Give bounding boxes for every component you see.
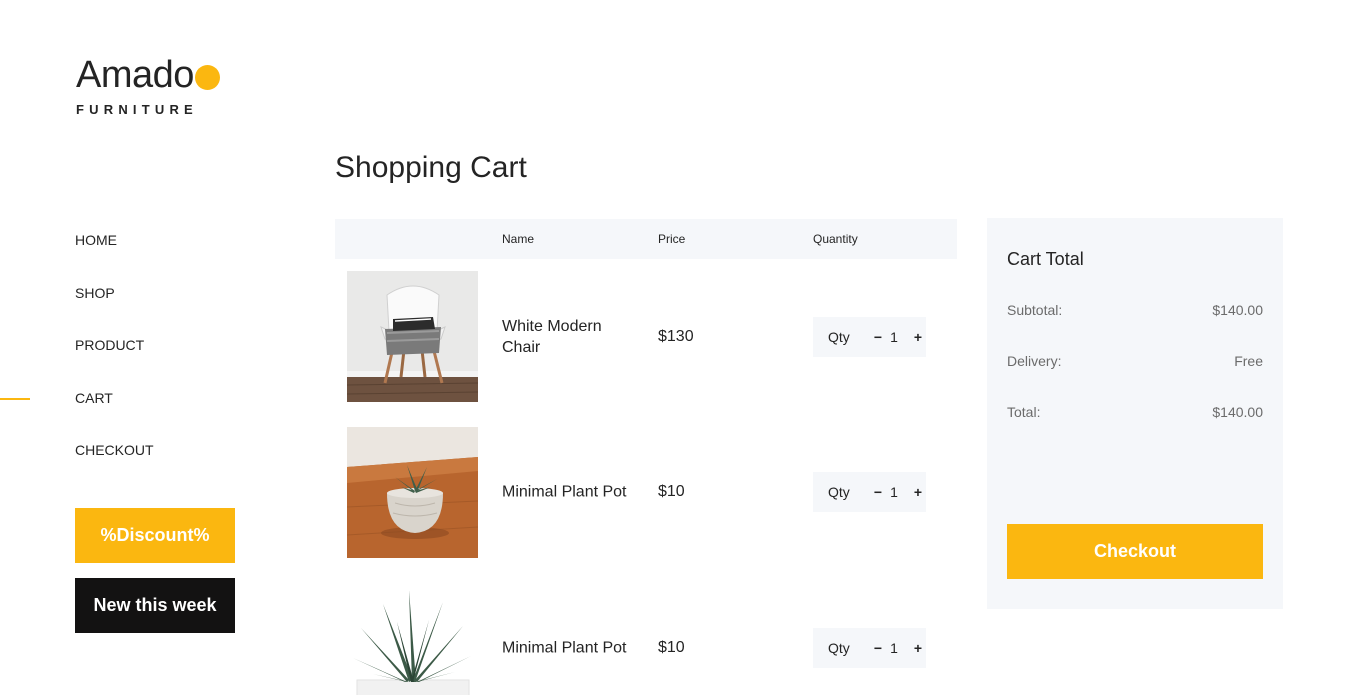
page-title: Shopping Cart bbox=[335, 151, 527, 184]
nav-item-home[interactable]: HOME bbox=[75, 230, 154, 283]
cart-row: White Modern Chair $130 Qty − 1 + bbox=[335, 259, 957, 415]
cart-table-header: Name Price Quantity bbox=[335, 219, 957, 259]
product-price: $130 bbox=[658, 327, 694, 345]
qty-value[interactable]: 1 bbox=[884, 329, 904, 345]
checkout-button[interactable]: Checkout bbox=[1007, 524, 1263, 579]
header-quantity: Quantity bbox=[813, 232, 858, 246]
quantity-stepper: Qty − 1 + bbox=[813, 316, 926, 357]
new-this-week-button[interactable]: New this week bbox=[75, 578, 235, 633]
nav-item-checkout[interactable]: CHECKOUT bbox=[75, 440, 154, 493]
header-price: Price bbox=[658, 232, 686, 246]
qty-label: Qty bbox=[828, 328, 850, 345]
product-image-succulent[interactable] bbox=[347, 426, 478, 558]
cart-row: Minimal Plant Pot $10 Qty − 1 + bbox=[335, 570, 957, 695]
logo-tagline: FURNITURE bbox=[76, 102, 198, 117]
total-label: Total: bbox=[1007, 404, 1041, 420]
total-value: $140.00 bbox=[1212, 404, 1263, 420]
product-image-aloe[interactable] bbox=[347, 582, 478, 695]
cart-total-title: Cart Total bbox=[1007, 249, 1084, 269]
qty-minus-button[interactable]: − bbox=[872, 329, 884, 345]
main-nav: HOME SHOP PRODUCT CART CHECKOUT bbox=[75, 230, 154, 493]
product-name[interactable]: Minimal Plant Pot bbox=[502, 637, 632, 658]
cart-table: Name Price Quantity White Modern Chair $… bbox=[335, 219, 957, 695]
qty-minus-button[interactable]: − bbox=[872, 484, 884, 500]
delivery-value: Free bbox=[1234, 353, 1263, 369]
nav-item-shop[interactable]: SHOP bbox=[75, 283, 154, 336]
qty-value[interactable]: 1 bbox=[884, 484, 904, 500]
product-price: $10 bbox=[658, 483, 685, 501]
qty-plus-button[interactable]: + bbox=[912, 329, 924, 345]
delivery-label: Delivery: bbox=[1007, 353, 1062, 369]
qty-value[interactable]: 1 bbox=[884, 640, 904, 656]
subtotal-value: $140.00 bbox=[1212, 302, 1263, 318]
subtotal-row: Subtotal: $140.00 bbox=[1007, 302, 1263, 318]
product-name[interactable]: Minimal Plant Pot bbox=[502, 482, 632, 503]
nav-item-cart[interactable]: CART bbox=[75, 388, 154, 441]
product-name[interactable]: White Modern Chair bbox=[502, 316, 632, 358]
quantity-stepper: Qty − 1 + bbox=[813, 472, 926, 513]
cart-row: Minimal Plant Pot $10 Qty − 1 + bbox=[335, 415, 957, 571]
product-image-chair[interactable] bbox=[347, 271, 478, 402]
qty-minus-button[interactable]: − bbox=[872, 640, 884, 656]
product-price: $10 bbox=[658, 638, 685, 656]
qty-plus-button[interactable]: + bbox=[912, 484, 924, 500]
logo-dot bbox=[194, 65, 220, 90]
nav-item-product[interactable]: PRODUCT bbox=[75, 335, 154, 388]
discount-button[interactable]: %Discount% bbox=[75, 508, 235, 563]
qty-label: Qty bbox=[828, 639, 850, 656]
delivery-row: Delivery: Free bbox=[1007, 353, 1263, 369]
total-row: Total: $140.00 bbox=[1007, 404, 1263, 420]
qty-plus-button[interactable]: + bbox=[912, 640, 924, 656]
quantity-stepper: Qty − 1 + bbox=[813, 627, 926, 668]
brand-logo[interactable]: Amado FURNITURE bbox=[76, 56, 220, 117]
qty-label: Qty bbox=[828, 484, 850, 501]
subtotal-label: Subtotal: bbox=[1007, 302, 1063, 318]
logo-wordmark: Amado bbox=[76, 56, 220, 94]
header-name: Name bbox=[502, 232, 535, 246]
logo-name: Amado bbox=[76, 54, 194, 96]
cart-total-panel: Cart Total Subtotal: $140.00 Delivery: F… bbox=[987, 218, 1283, 609]
nav-active-indicator bbox=[0, 398, 30, 400]
